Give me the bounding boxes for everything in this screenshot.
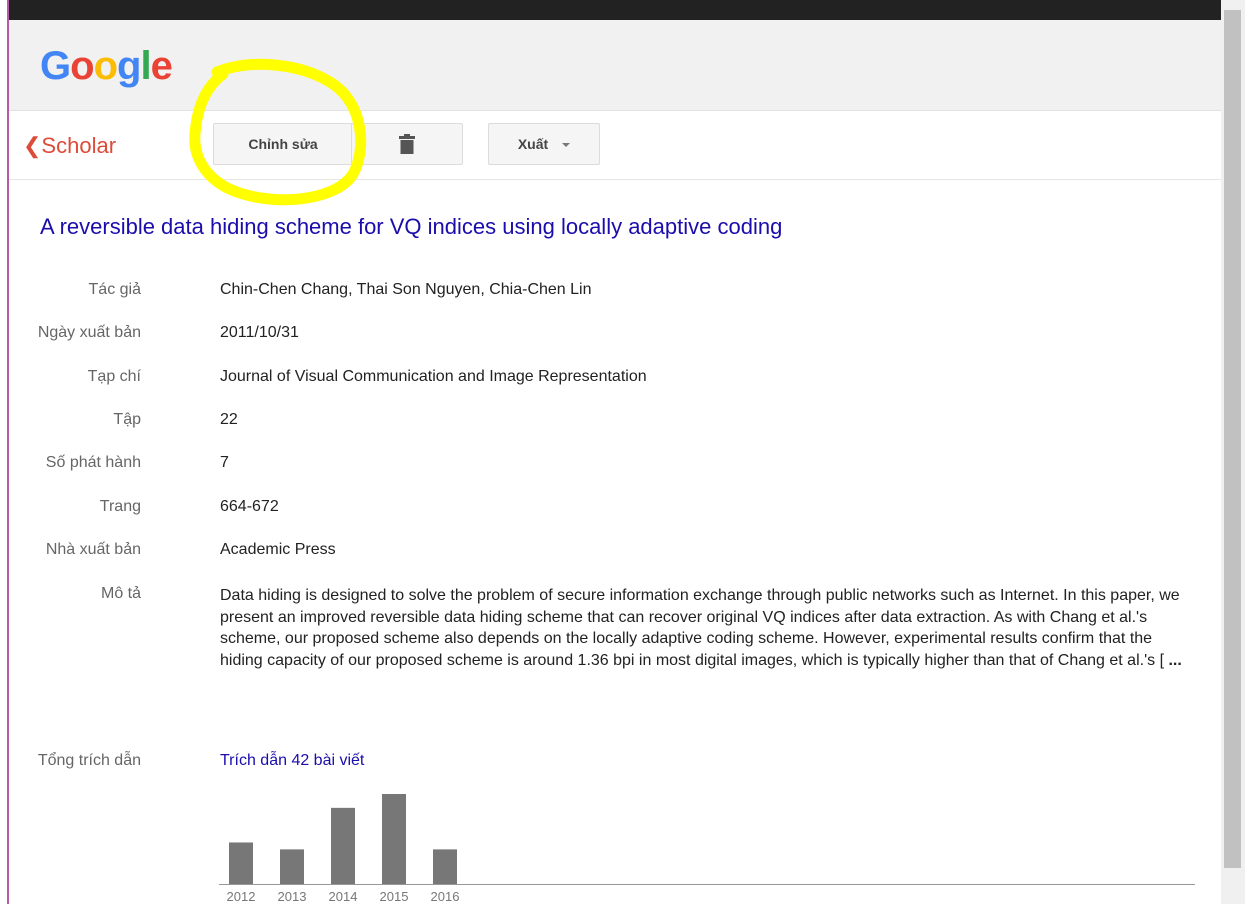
field-label: Tổng trích dẫn	[37, 752, 141, 769]
x-tick-label: 2014	[329, 889, 358, 904]
description-body: Data hiding is designed to solve the pro…	[220, 587, 1180, 669]
field-label: Nhà xuất bản	[45, 541, 141, 558]
field-value: Chin-Chen Chang, Thai Son Nguyen, Chia-C…	[220, 281, 592, 298]
description-more[interactable]: ...	[1164, 652, 1181, 669]
citations-link[interactable]: Trích dẫn 42 bài viết	[220, 750, 364, 772]
logo-letter: g	[117, 44, 141, 88]
field-label: Số phát hành	[45, 454, 141, 471]
export-label: Xuất	[517, 136, 549, 152]
delete-button[interactable]	[351, 123, 463, 165]
chart-bar-2014[interactable]	[331, 807, 355, 884]
field-label: Ngày xuất bản	[37, 324, 141, 341]
field-label: Mô tả	[100, 585, 141, 602]
field-value: Journal of Visual Communication and Imag…	[220, 368, 647, 385]
top-bar	[9, 0, 1221, 20]
x-tick-label: 2013	[278, 889, 307, 904]
field-value: 7	[220, 454, 229, 471]
field-label: Tập	[113, 411, 141, 428]
edit-button[interactable]: Chỉnh sửa	[213, 123, 353, 165]
chart-bar-2015[interactable]	[382, 794, 406, 884]
export-dropdown[interactable]: Xuất	[488, 123, 600, 165]
back-to-scholar-link[interactable]: ❮Scholar	[23, 133, 116, 159]
header: Google	[9, 20, 1221, 111]
chart-bar-2012[interactable]	[229, 842, 253, 884]
field-value: Academic Press	[220, 541, 336, 558]
caret-down-icon	[562, 143, 571, 147]
toolbar: ❮Scholar Chỉnh sửa Xuất	[9, 111, 1221, 180]
trash-icon	[399, 134, 415, 154]
field-label: Tác giả	[88, 281, 141, 298]
logo-letter: e	[150, 44, 173, 88]
logo-letter: G	[40, 44, 71, 88]
x-tick-label: 2016	[431, 889, 460, 904]
field-label: Trang	[99, 498, 141, 515]
description-text: Data hiding is designed to solve the pro…	[220, 585, 1185, 671]
chart-bar-2016[interactable]	[433, 849, 457, 884]
x-tick-label: 2015	[380, 889, 409, 904]
scrollbar-thumb[interactable]	[1224, 10, 1241, 868]
logo-letter: l	[140, 44, 151, 88]
google-logo[interactable]: Google	[40, 42, 173, 90]
chart-bar-2013[interactable]	[280, 849, 304, 884]
citations-bar-chart: 2012 2013 2014 2015 2016	[219, 794, 1195, 904]
edit-button-label: Chỉnh sửa	[248, 136, 318, 152]
logo-letter: o	[93, 44, 118, 88]
logo-letter: o	[70, 44, 94, 88]
field-value: 2011/10/31	[220, 324, 299, 341]
field-value: 664-672	[220, 498, 279, 515]
field-value: 22	[220, 411, 238, 428]
x-tick-label: 2012	[227, 889, 256, 904]
article-title[interactable]: A reversible data hiding scheme for VQ i…	[40, 213, 782, 241]
field-label: Tạp chí	[87, 368, 141, 385]
